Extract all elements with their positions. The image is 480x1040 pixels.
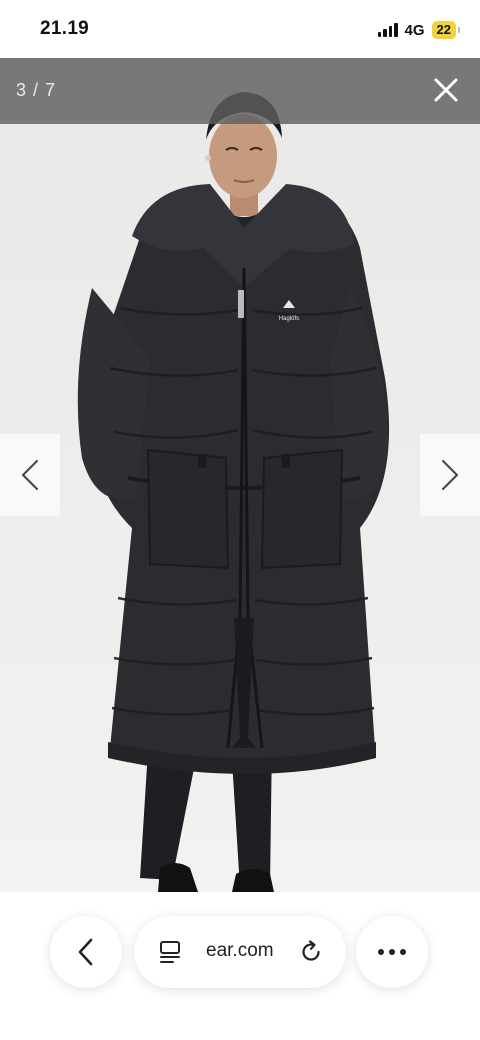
- chevron-left-icon: [78, 938, 93, 966]
- image-viewer: Haglöfs 3 / 7: [0, 58, 480, 892]
- network-type: 4G: [404, 21, 425, 39]
- browser-toolbar: ear.com: [0, 892, 480, 1040]
- product-photo: Haglöfs: [77, 92, 390, 892]
- next-image-button[interactable]: [420, 434, 480, 516]
- address-bar[interactable]: ear.com: [134, 916, 346, 988]
- url-text[interactable]: ear.com: [206, 940, 274, 962]
- svg-text:Haglöfs: Haglöfs: [279, 316, 299, 322]
- reload-icon[interactable]: [298, 939, 324, 965]
- right-pocket: [260, 448, 344, 570]
- viewer-header: 3 / 7: [0, 58, 480, 124]
- more-horizontal-icon: [378, 949, 406, 955]
- left-shoe: [158, 863, 198, 892]
- zipper-pull: [238, 290, 244, 318]
- previous-image-button[interactable]: [0, 434, 60, 516]
- status-bar: 21.19 4G 22: [0, 0, 480, 58]
- image-counter: 3 / 7: [16, 80, 57, 100]
- chevron-right-icon: [442, 460, 458, 490]
- earring: [205, 155, 211, 161]
- more-options-button[interactable]: [356, 916, 428, 988]
- status-indicators: 4G 22: [377, 20, 461, 40]
- face: [209, 114, 277, 198]
- close-icon: [434, 78, 458, 102]
- battery-icon: 22: [431, 21, 461, 39]
- left-pocket: [146, 448, 230, 570]
- signal-icon: [377, 23, 398, 37]
- status-time: 21.19: [40, 18, 90, 39]
- browser-back-button[interactable]: [50, 916, 122, 988]
- reader-mode-icon[interactable]: [158, 939, 184, 965]
- close-button[interactable]: [428, 72, 464, 108]
- screen: 21.19 4G 22 Haglöfs 3 / 7 ear.com: [0, 0, 480, 1040]
- chevron-left-icon: [22, 460, 38, 490]
